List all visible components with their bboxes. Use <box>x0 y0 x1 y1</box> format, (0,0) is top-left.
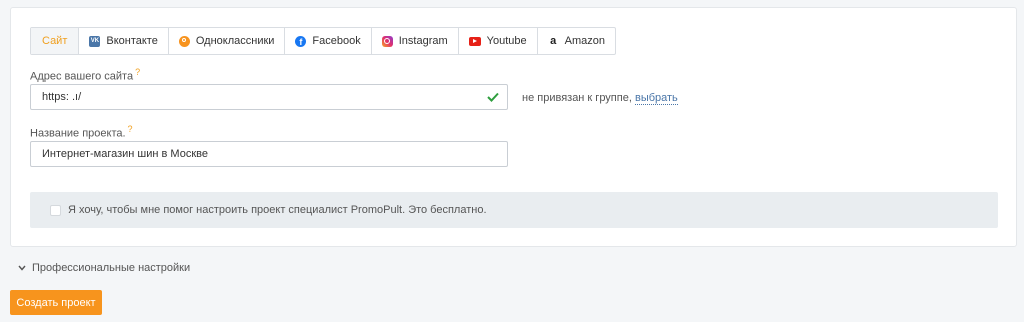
tab-vkontakte[interactable]: Вконтакте <box>79 28 169 54</box>
tab-label: Instagram <box>398 35 448 47</box>
chevron-down-icon <box>18 265 26 271</box>
facebook-icon <box>295 35 307 48</box>
odnoklassniki-icon <box>178 35 190 47</box>
specialist-help-text[interactable]: Я хочу, чтобы мне помог настроить проект… <box>68 204 487 216</box>
help-mark-icon[interactable]: ? <box>128 124 133 134</box>
tab-youtube[interactable]: Youtube <box>459 28 538 54</box>
project-name-label-text: Название проекта. <box>30 127 126 140</box>
tab-instagram[interactable]: Instagram <box>372 28 459 54</box>
tab-odnoklassniki[interactable]: Одноклассники <box>169 28 286 54</box>
tab-facebook[interactable]: Facebook <box>285 28 372 54</box>
specialist-help-checkbox[interactable] <box>50 204 61 216</box>
help-mark-icon[interactable]: ? <box>135 67 140 77</box>
site-url-label-text: Адрес вашего сайта <box>30 70 134 83</box>
project-name-value: Интернет-магазин шин в Москве <box>42 148 208 160</box>
amazon-icon <box>548 36 559 47</box>
tab-label: Youtube <box>486 35 527 47</box>
site-url-label: Адрес вашего сайта? <box>30 67 140 83</box>
tab-label: Одноклассники <box>195 35 275 47</box>
instagram-icon <box>381 35 393 47</box>
project-name-input[interactable]: Интернет-магазин шин в Москве <box>30 141 508 167</box>
group-binding-text: не привязан к группе, <box>522 92 632 104</box>
project-name-label: Название проекта.? <box>30 124 133 140</box>
tab-amazon[interactable]: Amazon <box>538 28 615 54</box>
source-tabs: Сайт Вконтакте Одноклассники Facebook In… <box>30 27 616 55</box>
specialist-help-box: Я хочу, чтобы мне помог настроить проект… <box>30 192 998 228</box>
site-url-input[interactable]: https: .ı/ <box>30 84 508 110</box>
tab-label: Сайт <box>42 35 68 47</box>
create-project-button[interactable]: Создать проект <box>10 290 102 315</box>
tab-label: Facebook <box>312 35 361 47</box>
professional-settings-toggle[interactable]: Профессиональные настройки <box>18 262 190 274</box>
professional-settings-label: Профессиональные настройки <box>32 262 191 274</box>
choose-group-link[interactable]: выбрать <box>634 92 678 105</box>
youtube-icon <box>468 36 481 46</box>
tab-label: Amazon <box>564 35 605 47</box>
vk-icon <box>89 35 101 47</box>
check-icon <box>487 92 499 102</box>
site-url-value: https: .ı/ <box>42 91 82 103</box>
tab-label: Вконтакте <box>106 35 158 47</box>
tab-site[interactable]: Сайт <box>31 28 80 54</box>
group-binding-note: не привязан к группе, выбрать <box>522 92 678 105</box>
